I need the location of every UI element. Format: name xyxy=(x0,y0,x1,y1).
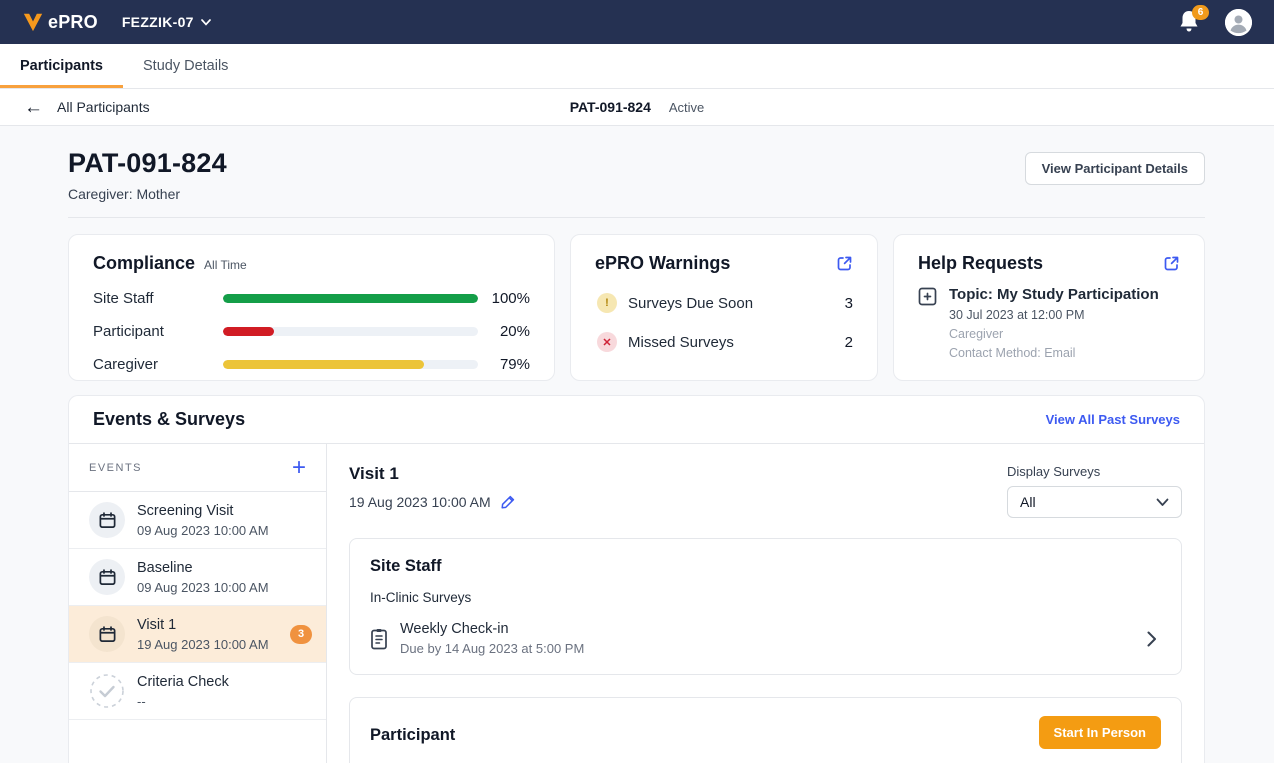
tab-study-details[interactable]: Study Details xyxy=(123,44,248,88)
event-item-criteria-check[interactable]: Criteria Check -- xyxy=(69,663,326,720)
help-requester: Caregiver xyxy=(949,327,1159,341)
events-sidebar: EVENTS + Screening Visit 09 Aug 2023 10:… xyxy=(69,444,327,763)
warnings-title: ePRO Warnings xyxy=(595,253,730,274)
participant-title: Participant xyxy=(370,726,455,745)
progress-track xyxy=(223,327,478,336)
view-all-past-surveys-link[interactable]: View All Past Surveys xyxy=(1046,412,1180,427)
event-item-screening-visit[interactable]: Screening Visit 09 Aug 2023 10:00 AM xyxy=(69,492,326,549)
request-topic-icon xyxy=(918,287,937,360)
start-in-person-button[interactable]: Start In Person xyxy=(1039,716,1161,749)
app-logo: ePRO xyxy=(22,11,98,33)
visit-datetime: 19 Aug 2023 10:00 AM xyxy=(349,494,491,510)
site-staff-subtitle: In-Clinic Surveys xyxy=(370,590,1161,605)
help-contact-method: Contact Method: Email xyxy=(949,346,1159,360)
missed-icon: ✕ xyxy=(597,332,617,352)
edit-visit-icon[interactable] xyxy=(500,494,516,510)
compliance-card: Compliance All Time Site Staff 100% Part… xyxy=(68,234,555,381)
events-surveys-card: Events & Surveys View All Past Surveys E… xyxy=(68,395,1205,763)
caregiver-subtitle: Caregiver: Mother xyxy=(68,186,227,202)
logo-text: ePRO xyxy=(48,12,98,33)
progress-fill-caregiver xyxy=(223,360,424,369)
chevron-down-icon xyxy=(1156,498,1169,507)
help-requests-card: Help Requests Topic: My Study Participat… xyxy=(893,234,1205,381)
participant-group: Participant Start In Person In-Clinic Su… xyxy=(349,697,1182,763)
survey-due: Due by 14 Aug 2023 at 5:00 PM xyxy=(400,641,584,656)
breadcrumb-patient: PAT-091-824 Active xyxy=(0,99,1274,115)
external-link-icon[interactable] xyxy=(836,255,853,272)
calendar-icon xyxy=(89,502,125,538)
visit-panel: Visit 1 19 Aug 2023 10:00 AM Display Sur… xyxy=(327,444,1204,763)
help-requests-title: Help Requests xyxy=(918,253,1043,274)
breadcrumb-all-participants[interactable]: All Participants xyxy=(57,99,150,115)
survey-clipboard-icon xyxy=(370,628,388,650)
tab-participants[interactable]: Participants xyxy=(0,44,123,88)
site-staff-group: Site Staff In-Clinic Surveys Weekly Chec… xyxy=(349,538,1182,675)
events-header-label: EVENTS xyxy=(89,462,142,474)
user-avatar[interactable] xyxy=(1225,9,1252,36)
dashed-check-icon xyxy=(89,673,125,709)
calendar-icon xyxy=(89,616,125,652)
add-event-button[interactable]: + xyxy=(292,456,306,480)
survey-name: Weekly Check-in xyxy=(400,621,584,637)
notifications-button[interactable]: 6 xyxy=(1177,9,1203,35)
progress-fill-site-staff xyxy=(223,294,478,303)
chevron-right-icon[interactable] xyxy=(1147,631,1161,647)
breadcrumb-bar: ← All Participants PAT-091-824 Active xyxy=(0,89,1274,126)
visit-title: Visit 1 xyxy=(349,464,516,484)
study-selector-dropdown[interactable]: FEZZIK-07 xyxy=(122,14,211,30)
page-title: PAT-091-824 xyxy=(68,148,227,179)
chevron-down-icon xyxy=(201,19,211,26)
top-navbar: ePRO FEZZIK-07 6 xyxy=(0,0,1274,44)
progress-track xyxy=(223,294,478,303)
help-datetime: 30 Jul 2023 at 12:00 PM xyxy=(949,308,1159,322)
missed-count: 2 xyxy=(845,334,853,351)
event-item-baseline[interactable]: Baseline 09 Aug 2023 10:00 AM xyxy=(69,549,326,606)
due-soon-count: 3 xyxy=(845,295,853,312)
person-icon xyxy=(1225,9,1252,36)
display-surveys-select[interactable]: All xyxy=(1007,486,1182,518)
progress-fill-participant xyxy=(223,327,274,336)
compliance-row-participant: Participant 20% xyxy=(93,323,530,340)
site-staff-title: Site Staff xyxy=(370,557,1161,576)
survey-row-weekly-check-in[interactable]: Weekly Check-in Due by 14 Aug 2023 at 5:… xyxy=(370,621,1161,656)
event-count-badge: 3 xyxy=(290,625,312,644)
logo-v-icon xyxy=(22,11,44,33)
compliance-title: Compliance xyxy=(93,253,195,274)
calendar-icon xyxy=(89,559,125,595)
due-soon-icon: ! xyxy=(597,293,617,313)
external-link-icon[interactable] xyxy=(1163,255,1180,272)
events-surveys-title: Events & Surveys xyxy=(93,409,245,430)
help-request-item[interactable]: Topic: My Study Participation 30 Jul 202… xyxy=(918,286,1180,360)
progress-track xyxy=(223,360,478,369)
back-arrow-icon[interactable]: ← xyxy=(24,98,43,117)
page-content: PAT-091-824 Caregiver: Mother View Parti… xyxy=(0,126,1274,763)
breadcrumb-patient-id: PAT-091-824 xyxy=(570,99,651,115)
patient-status-badge: Active xyxy=(669,100,704,115)
title-divider xyxy=(68,217,1205,218)
notification-count-badge: 6 xyxy=(1192,5,1209,20)
warning-row-due-soon[interactable]: ! Surveys Due Soon 3 xyxy=(595,293,853,313)
compliance-period: All Time xyxy=(204,258,247,272)
compliance-row-caregiver: Caregiver 79% xyxy=(93,356,530,373)
help-topic: Topic: My Study Participation xyxy=(949,286,1159,303)
main-tabs: Participants Study Details xyxy=(0,44,1274,89)
warning-row-missed[interactable]: ✕ Missed Surveys 2 xyxy=(595,332,853,352)
epro-warnings-card: ePRO Warnings ! Surveys Due Soon 3 ✕ Mis… xyxy=(570,234,878,381)
compliance-row-site-staff: Site Staff 100% xyxy=(93,290,530,307)
display-surveys-label: Display Surveys xyxy=(1007,464,1182,479)
view-participant-details-button[interactable]: View Participant Details xyxy=(1025,152,1205,185)
event-item-visit-1[interactable]: Visit 1 19 Aug 2023 10:00 AM 3 xyxy=(69,606,326,663)
